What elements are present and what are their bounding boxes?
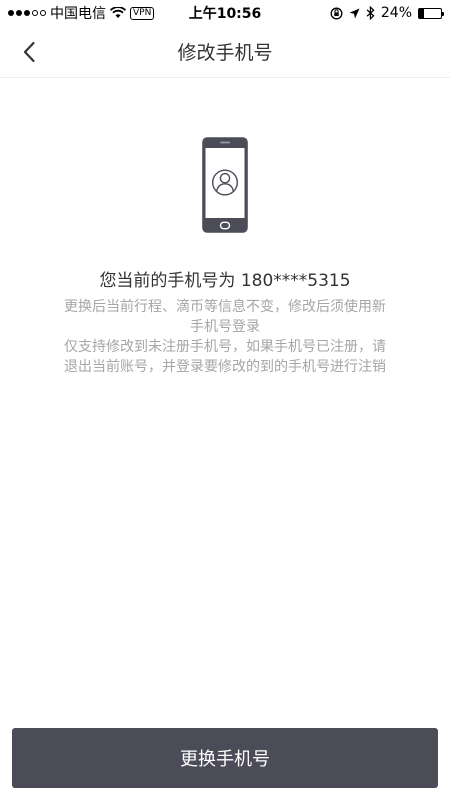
status-bar: 中国电信 VPN 上午10:56 24%: [0, 0, 450, 26]
change-phone-button-label: 更换手机号: [180, 749, 270, 770]
change-phone-button[interactable]: 更换手机号: [12, 728, 438, 788]
current-phone-label: 您当前的手机号为 180****5315: [99, 271, 351, 291]
tip1-line1: 更换后当前行程、滴币等信息不变，修改后须使用新: [64, 299, 386, 315]
location-icon: [349, 8, 360, 18]
chevron-left-icon[interactable]: [20, 38, 40, 66]
orientation-lock-icon: [330, 7, 343, 19]
nav-bar: 修改手机号: [0, 26, 450, 78]
vpn-badge: VPN: [130, 6, 155, 20]
wifi-icon: [110, 7, 126, 18]
phone-user-icon: [202, 137, 248, 233]
status-right: 24%: [330, 5, 444, 21]
battery-icon: [418, 7, 444, 19]
tip2-line2: 退出当前账号，并登录要修改的到的手机号进行注销: [64, 359, 386, 375]
carrier-label: 中国电信: [50, 6, 106, 22]
page-title: 修改手机号: [177, 42, 273, 64]
battery-percent: 24%: [380, 5, 412, 21]
tips-text: 更换后当前行程、滴币等信息不变，修改后须使用新 手机号登录 仅支持修改到未注册手…: [25, 297, 425, 377]
status-left: 中国电信 VPN: [8, 3, 155, 23]
tip1-line2: 手机号登录: [190, 319, 260, 335]
bluetooth-icon: [366, 6, 375, 20]
battery-fill: [419, 8, 425, 18]
signal-dots-icon: [8, 10, 46, 16]
tip2-line1: 仅支持修改到未注册手机号，如果手机号已注册，请: [64, 339, 386, 355]
